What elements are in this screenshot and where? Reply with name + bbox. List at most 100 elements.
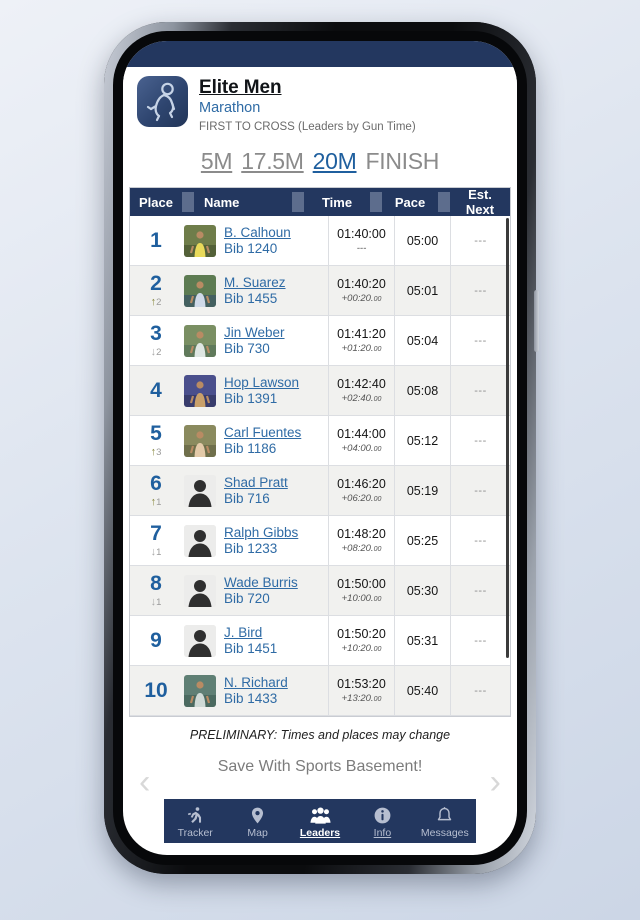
- preliminary-note: PRELIMINARY: Times and places may change: [123, 717, 517, 751]
- place-cell: 7 ↓1: [130, 523, 182, 558]
- split-time: 01:46:20: [337, 477, 386, 491]
- avatar[interactable]: [184, 224, 216, 257]
- avatar-placeholder-icon[interactable]: [184, 624, 216, 657]
- table-row[interactable]: 3 ↓2 Jin Weber Bib 730 01:41:20 +01:20.00 05:0…: [130, 316, 510, 366]
- split-tab-5m[interactable]: 5M: [201, 148, 233, 175]
- nav-item-leaders[interactable]: Leaders: [289, 803, 351, 839]
- runner-name-link[interactable]: Hop Lawson: [224, 375, 299, 391]
- phone-side-button[interactable]: [534, 290, 539, 352]
- name-text-block: Shad Pratt Bib 716: [216, 475, 288, 507]
- column-header-place: Place: [139, 194, 173, 210]
- table-row[interactable]: 6 ↑1 Shad Pratt Bib 716 01:46:20 +06:20.00 05:…: [130, 466, 510, 516]
- name-text-block: Ralph Gibbs Bib 1233: [216, 525, 298, 557]
- time-cell: 01:41:20 +01:20.00: [328, 316, 394, 365]
- position-change-count: 2: [156, 347, 162, 358]
- position-change-count: 1: [156, 597, 162, 608]
- table-row[interactable]: 2 ↑2 M. Suarez Bib 1455 01:40:20 +00:20.00 05:…: [130, 266, 510, 316]
- split-tab-20m[interactable]: 20M: [313, 148, 357, 175]
- place-cell: 8 ↓1: [130, 573, 182, 608]
- time-gap: +08:20.00: [342, 543, 382, 554]
- est-next-cell: ---: [450, 316, 510, 365]
- runner-bib: Bib 1186: [224, 440, 277, 456]
- runner-name-link[interactable]: Jin Weber: [224, 325, 285, 341]
- promo-banner[interactable]: ‹ Save With Sports Basement! ›: [123, 751, 517, 799]
- avatar-placeholder-icon[interactable]: [184, 574, 216, 607]
- time-gap: ---: [357, 243, 367, 254]
- header-divider: [292, 192, 304, 212]
- race-subtitle: Marathon: [199, 100, 261, 116]
- table-row[interactable]: 9 J. Bird Bib 1451 01:50:20 +10:20.00 05:31 --…: [130, 616, 510, 666]
- pace-cell: 05:25: [394, 516, 450, 565]
- split-time: 01:40:00: [337, 227, 386, 241]
- est-next-cell: ---: [450, 266, 510, 315]
- name-cell: M. Suarez Bib 1455: [182, 274, 328, 307]
- header-divider: [182, 192, 194, 212]
- runner-logo-icon: [137, 76, 188, 127]
- time-gap-value: +00:20.: [341, 293, 374, 304]
- place-number: 1: [150, 229, 162, 252]
- chevron-right-icon[interactable]: ›: [490, 765, 501, 799]
- runner-icon: [164, 805, 226, 825]
- runner-name-link[interactable]: B. Calhoun: [224, 225, 291, 241]
- nav-item-info[interactable]: Info: [351, 803, 413, 839]
- time-cell: 01:48:20 +08:20.00: [328, 516, 394, 565]
- avatar-placeholder-icon[interactable]: [184, 524, 216, 557]
- leaderboard-table: Place Name Time Pace Est. Next 1 B. Calho…: [129, 187, 511, 717]
- avatar[interactable]: [184, 674, 216, 707]
- table-row[interactable]: 5 ↑3 Carl Fuentes Bib 1186 01:44:00 +04:00.00…: [130, 416, 510, 466]
- runner-name-link[interactable]: Shad Pratt: [224, 475, 288, 491]
- table-row[interactable]: 4 Hop Lawson Bib 1391 01:42:40 +02:40.00 05:0…: [130, 366, 510, 416]
- nav-item-messages[interactable]: Messages: [414, 803, 476, 839]
- table-row[interactable]: 8 ↓1 Wade Burris Bib 720 01:50:00 +10:00.00 05…: [130, 566, 510, 616]
- table-row[interactable]: 10 N. Richard Bib 1433 01:53:20 +13:20.00 05:…: [130, 666, 510, 716]
- time-cell: 01:42:40 +02:40.00: [328, 366, 394, 415]
- table-scrollbar[interactable]: [506, 218, 509, 658]
- nav-label: Map: [247, 827, 268, 839]
- place-cell: 5 ↑3: [130, 423, 182, 458]
- place-cell: 4: [130, 380, 182, 401]
- runner-name-link[interactable]: M. Suarez: [224, 275, 286, 291]
- place-number: 7: [150, 522, 162, 545]
- avatar-placeholder-icon[interactable]: [184, 474, 216, 507]
- runner-bib: Bib 1233: [224, 540, 278, 556]
- nav-item-map[interactable]: Map: [226, 803, 288, 839]
- name-text-block: Hop Lawson Bib 1391: [216, 375, 299, 407]
- avatar[interactable]: [184, 374, 216, 407]
- split-tab-finish[interactable]: FINISH: [366, 148, 440, 175]
- pace-cell: 05:04: [394, 316, 450, 365]
- table-row[interactable]: 1 B. Calhoun Bib 1240 01:40:00 --- 05:00 ---: [130, 216, 510, 266]
- chevron-left-icon[interactable]: ‹: [139, 765, 150, 799]
- runner-name-link[interactable]: J. Bird: [224, 625, 277, 641]
- split-tab-17.5m[interactable]: 17.5M: [241, 148, 304, 175]
- nav-item-tracker[interactable]: Tracker: [164, 803, 226, 839]
- time-gap-value: ---: [356, 243, 367, 254]
- time-gap: +00:20.00: [342, 293, 382, 304]
- pace-cell: 05:00: [394, 216, 450, 265]
- avatar[interactable]: [184, 324, 216, 357]
- runner-name-link[interactable]: Wade Burris: [224, 575, 298, 591]
- name-cell: B. Calhoun Bib 1240: [182, 224, 328, 257]
- place-cell: 10: [130, 680, 182, 701]
- time-gap: +06:20.00: [342, 493, 382, 504]
- split-time: 01:48:20: [337, 527, 386, 541]
- avatar[interactable]: [184, 274, 216, 307]
- runner-name-link[interactable]: Ralph Gibbs: [224, 525, 298, 541]
- runner-name-link[interactable]: N. Richard: [224, 675, 288, 691]
- time-gap-fraction: 00: [373, 296, 382, 303]
- runner-name-link[interactable]: Carl Fuentes: [224, 425, 301, 441]
- race-title[interactable]: Elite Men: [199, 77, 416, 98]
- place-cell: 3 ↓2: [130, 323, 182, 358]
- promo-text: Save With Sports Basement!: [217, 758, 423, 775]
- runner-bib: Bib 716: [224, 490, 270, 506]
- app-header: Elite Men Marathon FIRST TO CROSS (Leade…: [123, 67, 517, 135]
- position-change-up-indicator: ↑3: [130, 447, 182, 458]
- name-text-block: Jin Weber Bib 730: [216, 325, 285, 357]
- place-number: 9: [150, 629, 162, 652]
- name-cell: J. Bird Bib 1451: [182, 624, 328, 657]
- split-tabs: 5M 17.5M 20M FINISH: [123, 135, 517, 187]
- name-cell: Shad Pratt Bib 716: [182, 474, 328, 507]
- place-cell: 9: [130, 630, 182, 651]
- table-row[interactable]: 7 ↓1 Ralph Gibbs Bib 1233 01:48:20 +08:20.00 0…: [130, 516, 510, 566]
- avatar[interactable]: [184, 424, 216, 457]
- time-gap-fraction: 00: [373, 346, 382, 353]
